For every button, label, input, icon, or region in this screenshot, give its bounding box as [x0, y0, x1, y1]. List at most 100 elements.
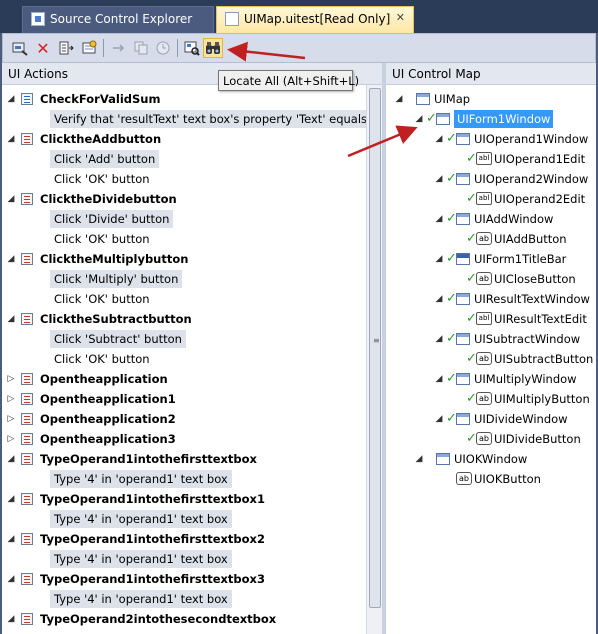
action-text: Click 'OK' button: [54, 172, 150, 186]
locate-all-tooltip: Locate All (Alt+Shift+L): [218, 70, 359, 91]
tab-source-control-explorer[interactable]: Source Control Explorer: [22, 6, 214, 33]
tree-node-method[interactable]: ▷ Opentheapplication2: [2, 409, 364, 429]
tree-node-control[interactable]: ✓ abl UIOperand1Edit: [386, 149, 596, 169]
expanded-arrow-icon[interactable]: ◢: [434, 209, 444, 229]
tree-node-method[interactable]: ◢ ClicktheMultiplybutton: [2, 249, 364, 269]
action-text: Click 'Subtract' button: [50, 330, 186, 348]
expanded-arrow-icon[interactable]: ◢: [6, 609, 16, 629]
expanded-arrow-icon[interactable]: ◢: [6, 529, 16, 549]
tree-node-method[interactable]: ◢ TypeOperand1intothefirsttextbox: [2, 449, 364, 469]
tree-node-control[interactable]: ✓ ab UIAddButton: [386, 229, 596, 249]
expanded-arrow-icon[interactable]: ◢: [6, 89, 16, 109]
tree-node-control[interactable]: ◢ ✓ UIResultTextWindow: [386, 289, 596, 309]
expanded-arrow-icon[interactable]: ◢: [434, 409, 444, 429]
action-text: Type '4' in 'operand1' text box: [50, 510, 232, 528]
method-icon: [21, 373, 33, 385]
expanded-arrow-icon[interactable]: ◢: [6, 569, 16, 589]
button-control-icon: ab: [476, 392, 492, 405]
tree-node-method[interactable]: ◢ TypeOperand1intothefirsttextbox3: [2, 569, 364, 589]
expanded-arrow-icon[interactable]: ◢: [6, 449, 16, 469]
tree-node-control[interactable]: ✓ ab UIMultiplyButton: [386, 389, 596, 409]
window-icon: [456, 133, 470, 145]
delete-icon[interactable]: ✕: [33, 38, 53, 58]
tree-node-control[interactable]: ◢ UIOKWindow: [386, 449, 596, 469]
tree-node-control[interactable]: ◢ ✓ UIMultiplyWindow: [386, 369, 596, 389]
tree-node-method[interactable]: ▷ Opentheapplication: [2, 369, 364, 389]
tree-node-method[interactable]: ▷ Opentheapplication1: [2, 389, 364, 409]
action-text: Type '4' in 'operand1' text box: [50, 550, 232, 568]
method-name: TypeOperand1intothefirsttextbox3: [40, 572, 265, 586]
tree-node-method[interactable]: ◢ ClicktheSubtractbutton: [2, 309, 364, 329]
expanded-arrow-icon[interactable]: ◢: [414, 109, 424, 129]
tree-node-method[interactable]: ◢ ClicktheDividebutton: [2, 189, 364, 209]
method-icon: [21, 193, 33, 205]
rename-icon[interactable]: [10, 38, 30, 58]
tree-node-control[interactable]: ✓ abl UIResultTextEdit: [386, 309, 596, 329]
tree-node-control[interactable]: ◢ ✓ UIForm1Window: [386, 109, 596, 129]
collapsed-arrow-icon[interactable]: ▷: [6, 389, 16, 409]
assertion-icon: [21, 93, 33, 105]
vertical-scrollbar[interactable]: ≡: [366, 85, 382, 634]
properties-icon[interactable]: [79, 38, 99, 58]
action-text: Click 'Add' button: [50, 150, 160, 168]
collapsed-arrow-icon[interactable]: ▷: [6, 429, 16, 449]
tree-node-method[interactable]: ◢ ClicktheAddbutton: [2, 129, 364, 149]
control-label: UIOKWindow: [454, 452, 528, 466]
expanded-arrow-icon[interactable]: ◢: [434, 369, 444, 389]
tree-node-method[interactable]: ◢ TypeOperand2intothesecondtextbox: [2, 609, 364, 629]
action-text: Click 'OK' button: [54, 292, 150, 306]
tree-node-control[interactable]: ◢ ✓ UIForm1TitleBar: [386, 249, 596, 269]
tree-node-method[interactable]: ◢ CheckForValidSum: [2, 89, 364, 109]
tree-node-control[interactable]: ◢ ✓ UIOperand1Window: [386, 129, 596, 149]
scrollbar-thumb[interactable]: ≡: [369, 88, 381, 608]
locate-ui-control-icon[interactable]: [182, 38, 202, 58]
tab-uimap[interactable]: UIMap.uitest[Read Only] ✕: [216, 6, 414, 33]
expanded-arrow-icon[interactable]: ◢: [6, 489, 16, 509]
tree-node-control[interactable]: ab UIOKButton: [386, 469, 596, 489]
split-icon[interactable]: [56, 38, 76, 58]
tree-node-control[interactable]: ◢ UIMap: [386, 89, 596, 109]
tree-node-method[interactable]: ◢ TypeOperand1intothefirsttextbox2: [2, 529, 364, 549]
expanded-arrow-icon[interactable]: ◢: [394, 89, 404, 109]
button-control-icon: ab: [476, 432, 492, 445]
method-icon: [21, 533, 33, 545]
action-text: Click 'Divide' button: [50, 210, 174, 228]
method-name: Opentheapplication3: [40, 432, 176, 446]
insert-delay-icon[interactable]: [153, 38, 173, 58]
expanded-arrow-icon[interactable]: ◢: [414, 449, 424, 469]
tree-node-control[interactable]: ◢ ✓ UISubtractWindow: [386, 329, 596, 349]
tree-node-method[interactable]: ◢ TypeOperand1intothefirsttextbox1: [2, 489, 364, 509]
tree-node-control[interactable]: ◢ ✓ UIAddWindow: [386, 209, 596, 229]
control-label: UIForm1Window: [454, 110, 554, 128]
expanded-arrow-icon[interactable]: ◢: [434, 169, 444, 189]
tree-node-method[interactable]: ▷ Opentheapplication3: [2, 429, 364, 449]
tree-node-control[interactable]: ◢ ✓ UIOperand2Window: [386, 169, 596, 189]
method-icon: [21, 393, 33, 405]
expanded-arrow-icon[interactable]: ◢: [434, 129, 444, 149]
tree-node-control[interactable]: ✓ ab UISubtractButton: [386, 349, 596, 369]
titlebar-icon: [456, 253, 470, 265]
move-code-icon[interactable]: [109, 38, 129, 58]
expanded-arrow-icon[interactable]: ◢: [434, 329, 444, 349]
copy-icon[interactable]: [131, 38, 151, 58]
button-control-icon: ab: [476, 352, 492, 365]
expanded-arrow-icon[interactable]: ◢: [6, 129, 16, 149]
tree-node-control[interactable]: ✓ abl UIOperand2Edit: [386, 189, 596, 209]
expanded-arrow-icon[interactable]: ◢: [6, 189, 16, 209]
window-icon: [456, 173, 470, 185]
tree-node-control[interactable]: ◢ ✓ UIDivideWindow: [386, 409, 596, 429]
expanded-arrow-icon[interactable]: ◢: [434, 289, 444, 309]
expanded-arrow-icon[interactable]: ◢: [434, 249, 444, 269]
expanded-arrow-icon[interactable]: ◢: [6, 309, 16, 329]
close-icon[interactable]: ✕: [396, 11, 405, 24]
tree-node-control[interactable]: ✓ ab UICloseButton: [386, 269, 596, 289]
collapsed-arrow-icon[interactable]: ▷: [6, 369, 16, 389]
locate-all-binoculars-icon[interactable]: [203, 38, 223, 58]
expanded-arrow-icon[interactable]: ◢: [6, 249, 16, 269]
tree-node-control[interactable]: ✓ ab UIDivideButton: [386, 429, 596, 449]
control-label: UISubtractButton: [494, 352, 594, 366]
edit-control-icon: abl: [476, 312, 492, 325]
control-label: UIMultiplyButton: [494, 392, 590, 406]
collapsed-arrow-icon[interactable]: ▷: [6, 409, 16, 429]
control-label: UIOperand1Window: [474, 132, 589, 146]
